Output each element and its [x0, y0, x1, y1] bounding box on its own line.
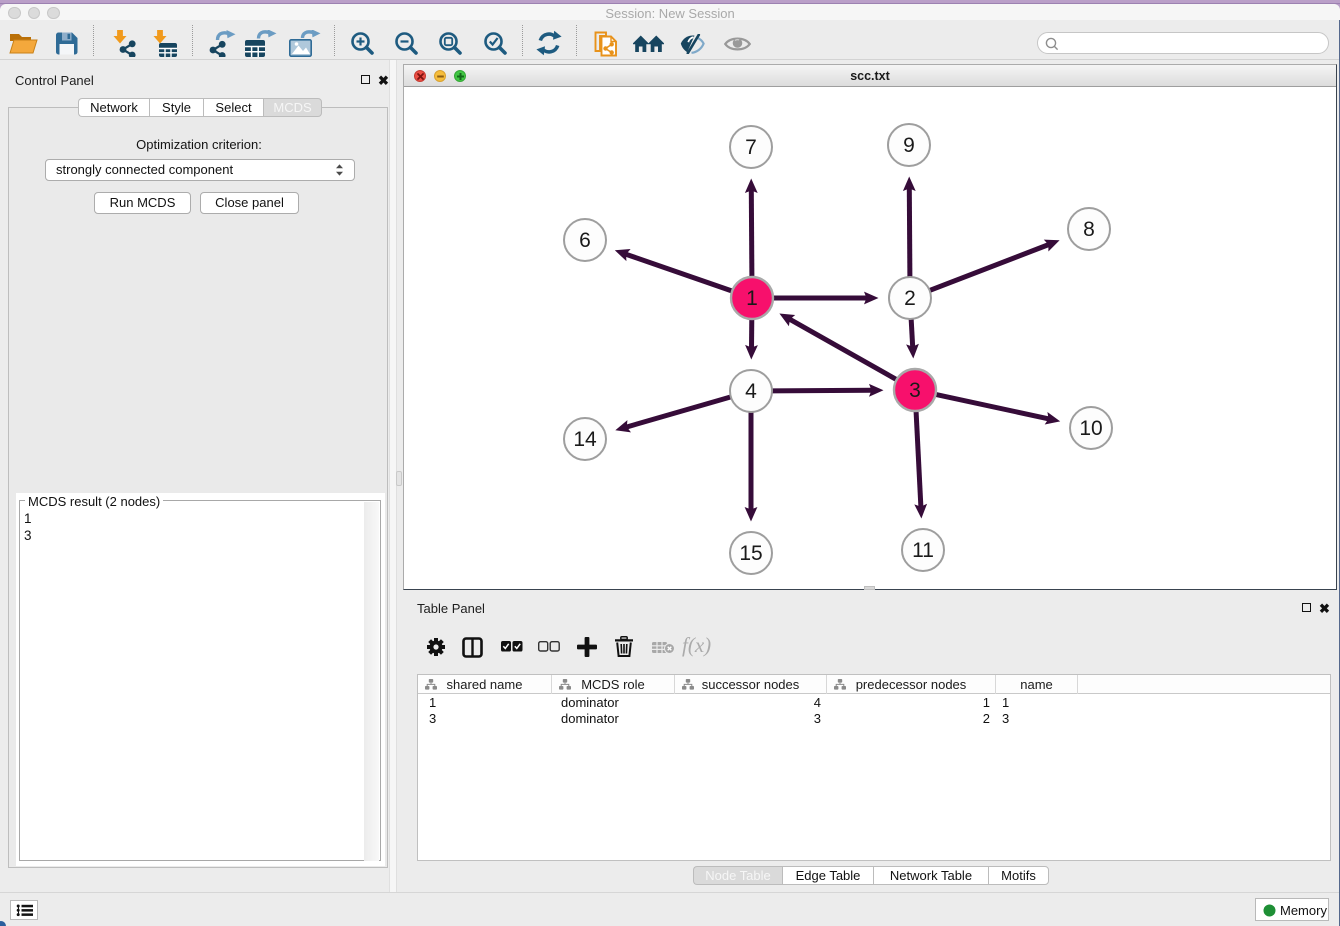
- svg-text:14: 14: [573, 428, 597, 451]
- svg-text:4: 4: [745, 380, 757, 403]
- svg-text:3: 3: [909, 379, 921, 402]
- svg-text:1: 1: [746, 287, 758, 310]
- svg-text:2: 2: [904, 287, 916, 310]
- svg-text:11: 11: [912, 539, 934, 562]
- svg-text:8: 8: [1083, 218, 1095, 241]
- svg-text:7: 7: [745, 136, 757, 159]
- svg-text:15: 15: [739, 542, 762, 565]
- svg-text:9: 9: [903, 134, 915, 157]
- svg-text:10: 10: [1079, 417, 1102, 440]
- svg-text:6: 6: [579, 229, 591, 252]
